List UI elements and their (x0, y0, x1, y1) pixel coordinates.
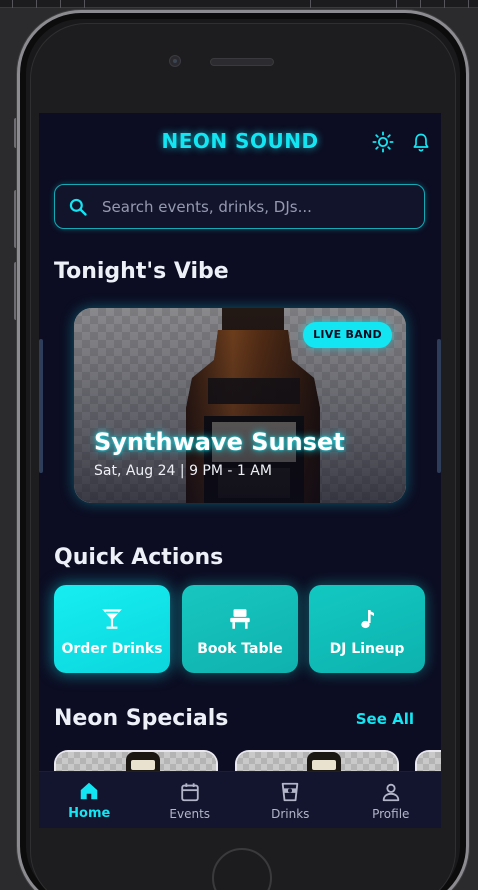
carousel-prev-card[interactable] (39, 339, 43, 473)
book-table-button[interactable]: Book Table (182, 585, 298, 673)
nav-drinks-label: Drinks (271, 806, 310, 821)
search-input[interactable] (98, 185, 424, 228)
window-top-strip (0, 0, 478, 8)
nav-profile-label: Profile (372, 806, 410, 821)
cocktail-icon (98, 605, 126, 633)
music-note-icon (353, 605, 381, 633)
tonights-vibe-heading: Tonight's Vibe (54, 259, 229, 284)
chair-icon (226, 605, 254, 633)
search-bar[interactable] (54, 184, 425, 229)
theme-toggle-button[interactable] (371, 130, 395, 154)
app-screen: NEON SOUND Search events, drinks, DJs...… (39, 113, 441, 828)
nav-drinks[interactable]: Drinks (240, 772, 341, 828)
nav-events-label: Events (169, 806, 211, 821)
dj-lineup-button[interactable]: DJ Lineup (309, 585, 425, 673)
dj-lineup-label: DJ Lineup (329, 641, 405, 657)
search-icon (58, 197, 98, 217)
app-header: NEON SOUND (39, 113, 441, 171)
nav-events[interactable]: Events (140, 772, 241, 828)
order-drinks-button[interactable]: Order Drinks (54, 585, 170, 673)
nav-profile[interactable]: Profile (341, 772, 442, 828)
featured-event-card[interactable]: LIVE BAND Synthwave Sunset Sat, Aug 24 |… (74, 308, 406, 503)
nav-home-label: Home (68, 806, 111, 821)
neon-specials-heading: Neon Specials (54, 706, 229, 731)
book-table-label: Book Table (197, 641, 283, 657)
nav-home[interactable]: Home (39, 772, 140, 828)
live-band-badge: LIVE BAND (303, 322, 392, 348)
event-datetime: Sat, Aug 24 | 9 PM - 1 AM (94, 463, 272, 479)
notifications-button[interactable] (409, 130, 433, 154)
earpiece-speaker (210, 58, 274, 66)
carousel-next-card[interactable] (437, 339, 441, 473)
home-icon (77, 779, 101, 803)
drink-cup-icon (278, 780, 302, 804)
see-all-link[interactable]: See All (356, 710, 414, 728)
bell-icon (413, 133, 429, 152)
person-icon (379, 780, 403, 804)
event-title: Synthwave Sunset (94, 428, 345, 456)
calendar-icon (178, 780, 202, 804)
device-stage: NEON SOUND Search events, drinks, DJs...… (0, 0, 478, 890)
quick-actions-heading: Quick Actions (54, 545, 224, 570)
front-camera (169, 55, 181, 67)
sun-icon (372, 131, 394, 153)
bottom-nav-bar: Home Events Drinks Profile (39, 771, 441, 828)
order-drinks-label: Order Drinks (61, 641, 163, 657)
